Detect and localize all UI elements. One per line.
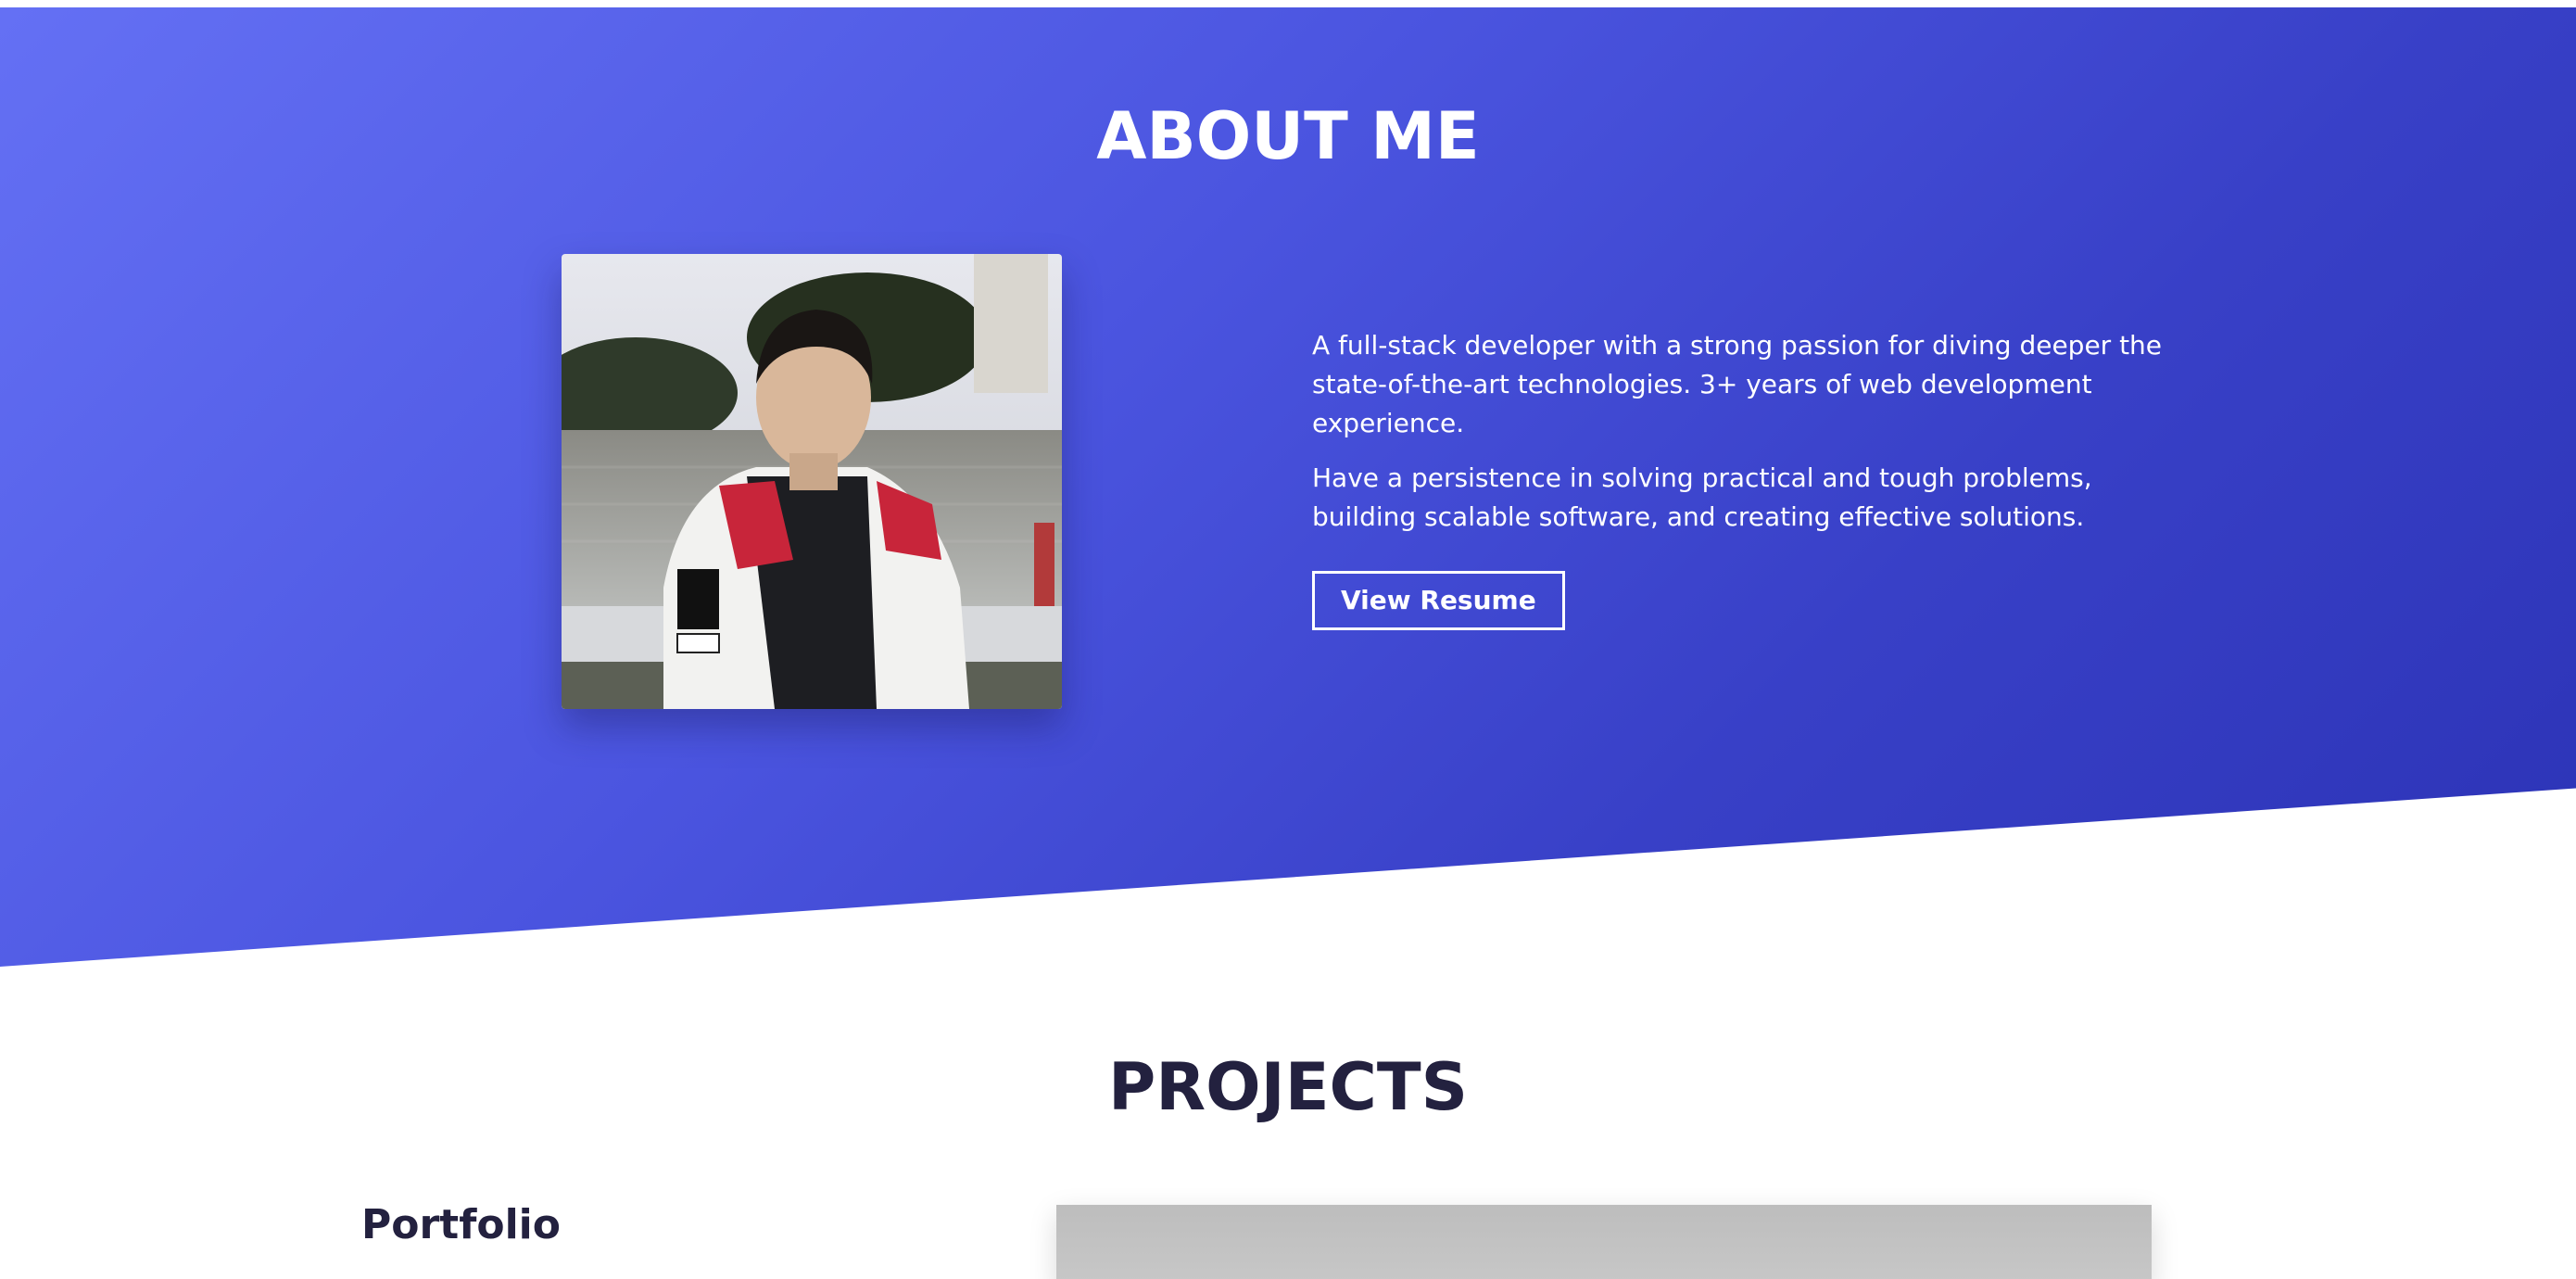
about-text: A full-stack developer with a strong pas… bbox=[1312, 326, 2202, 630]
about-paragraph: Have a persistence in solving practical … bbox=[1312, 462, 2092, 532]
profile-photo bbox=[562, 254, 1062, 709]
page: ABOUT ME A full-stack developer with a s… bbox=[0, 0, 2576, 1279]
about-heading: ABOUT ME bbox=[1096, 98, 1480, 174]
project-title: Portfolio bbox=[361, 1201, 561, 1248]
view-resume-button[interactable]: View Resume bbox=[1312, 571, 1565, 630]
about-section: ABOUT ME A full-stack developer with a s… bbox=[0, 7, 2576, 967]
about-paragraph: A full-stack developer with a strong pas… bbox=[1312, 330, 2163, 438]
project-preview-image[interactable] bbox=[1056, 1205, 2152, 1279]
projects-heading: PROJECTS bbox=[1107, 1049, 1469, 1125]
